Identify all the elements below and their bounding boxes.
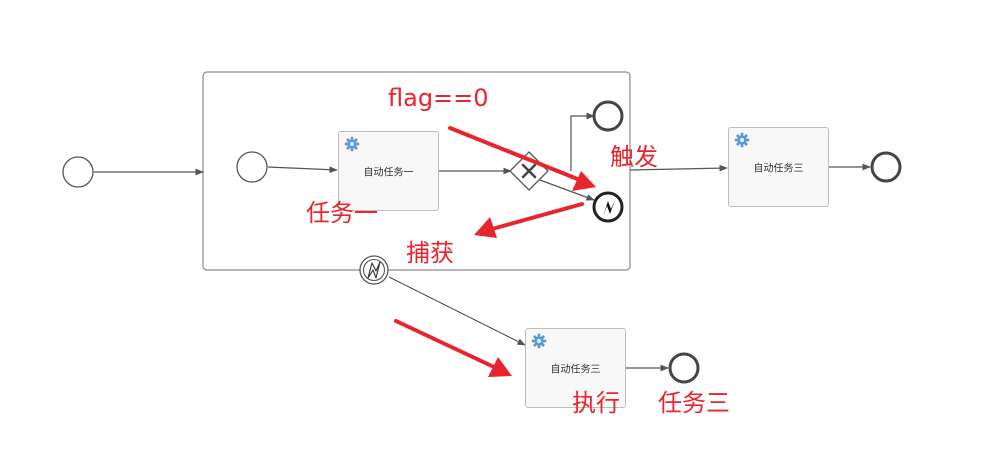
- gear-icon: [344, 136, 360, 152]
- gear-icon: [531, 333, 547, 349]
- task-label: 自动任务三: [550, 364, 601, 376]
- annotation-execute: 执行: [572, 389, 620, 417]
- subprocess-end-event[interactable]: [592, 100, 624, 132]
- subprocess-start-event[interactable]: [236, 151, 268, 183]
- annotation-condition: flag==0: [388, 84, 489, 112]
- end-event-top[interactable]: [870, 151, 902, 183]
- annotation-task-three: 任务三: [658, 389, 730, 417]
- annotation-task-one: 任务一: [306, 199, 378, 227]
- boundary-error-event[interactable]: [359, 255, 389, 285]
- annotation-trigger: 触发: [610, 143, 658, 171]
- task-label: 自动任务一: [363, 167, 414, 179]
- flow-boundary-to-task3-bottom[interactable]: [388, 276, 526, 346]
- annotation-capture: 捕获: [406, 239, 454, 267]
- end-event-bottom[interactable]: [668, 352, 700, 384]
- bpmn-diagram: [62, 71, 902, 384]
- task-auto-3-top[interactable]: 自动任务三: [728, 127, 829, 207]
- gear-icon: [734, 132, 750, 148]
- start-event[interactable]: [62, 156, 94, 188]
- task-label: 自动任务三: [753, 163, 804, 175]
